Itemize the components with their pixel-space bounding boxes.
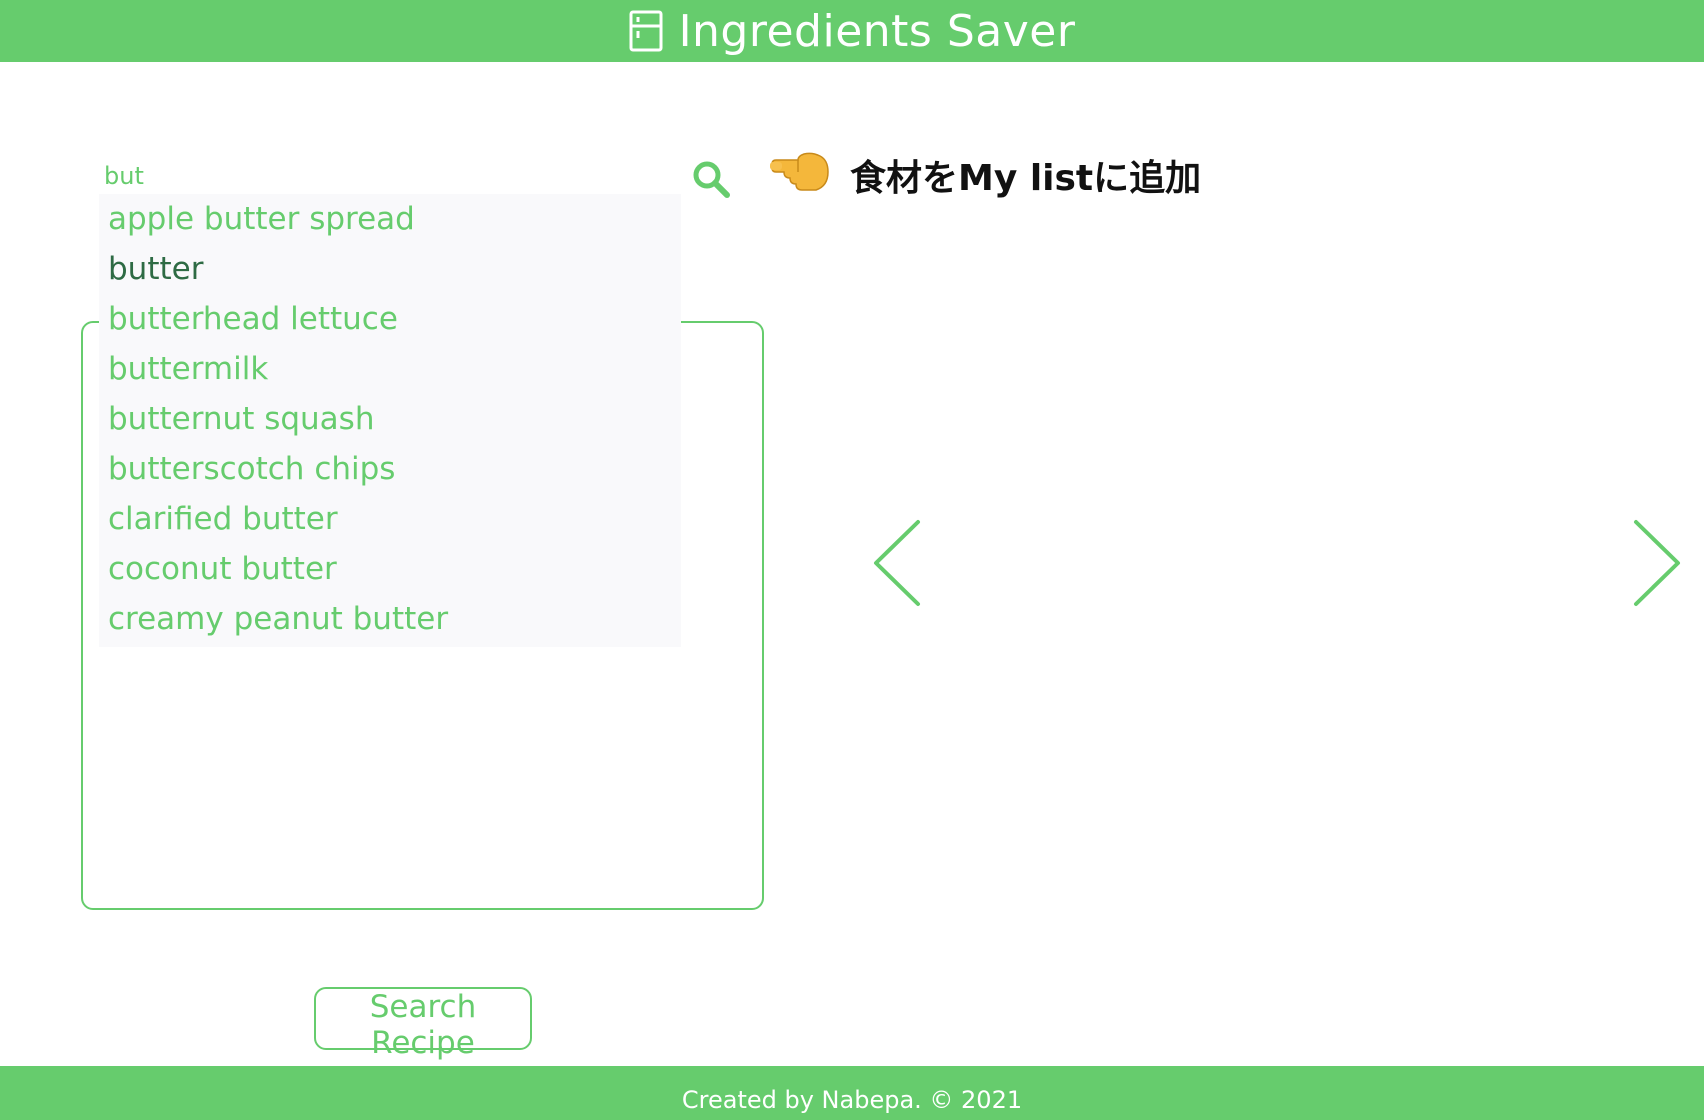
dropdown-item[interactable]: coconut butter bbox=[99, 544, 681, 594]
header-brand[interactable]: Ingredients Saver bbox=[629, 6, 1076, 57]
dropdown-item[interactable]: clarified butter bbox=[99, 494, 681, 544]
page: Ingredients Saver 食材をMy listに追加 apple bu… bbox=[0, 0, 1704, 1120]
autocomplete-dropdown: apple butter spread butter butterhead le… bbox=[99, 194, 681, 647]
search-icon[interactable] bbox=[690, 158, 734, 202]
dropdown-item[interactable]: creamy peanut butter bbox=[99, 594, 681, 644]
chevron-right-icon[interactable] bbox=[1628, 518, 1688, 608]
dropdown-item[interactable]: buttermilk bbox=[99, 344, 681, 394]
ingredient-search-input[interactable] bbox=[98, 160, 678, 192]
search-recipe-button[interactable]: Search Recipe bbox=[314, 987, 532, 1061]
dropdown-item[interactable]: apple butter spread bbox=[99, 194, 681, 244]
dropdown-item[interactable]: butterhead lettuce bbox=[99, 294, 681, 344]
chevron-left-icon[interactable] bbox=[866, 518, 926, 608]
dropdown-item-active[interactable]: butter bbox=[99, 244, 681, 294]
pointing-hand-icon bbox=[768, 150, 832, 207]
app-title: Ingredients Saver bbox=[678, 5, 1076, 57]
dropdown-item[interactable]: butterscotch chips bbox=[99, 444, 681, 494]
app-header: Ingredients Saver bbox=[0, 0, 1704, 62]
footer-credit: Created by Nabepa. © 2021 bbox=[681, 1086, 1023, 1114]
dropdown-item[interactable]: butternut squash bbox=[99, 394, 681, 444]
fridge-icon bbox=[629, 10, 663, 52]
add-to-list-hint: 食材をMy listに追加 bbox=[850, 158, 1202, 199]
app-footer: Created by Nabepa. © 2021 bbox=[0, 1066, 1704, 1120]
